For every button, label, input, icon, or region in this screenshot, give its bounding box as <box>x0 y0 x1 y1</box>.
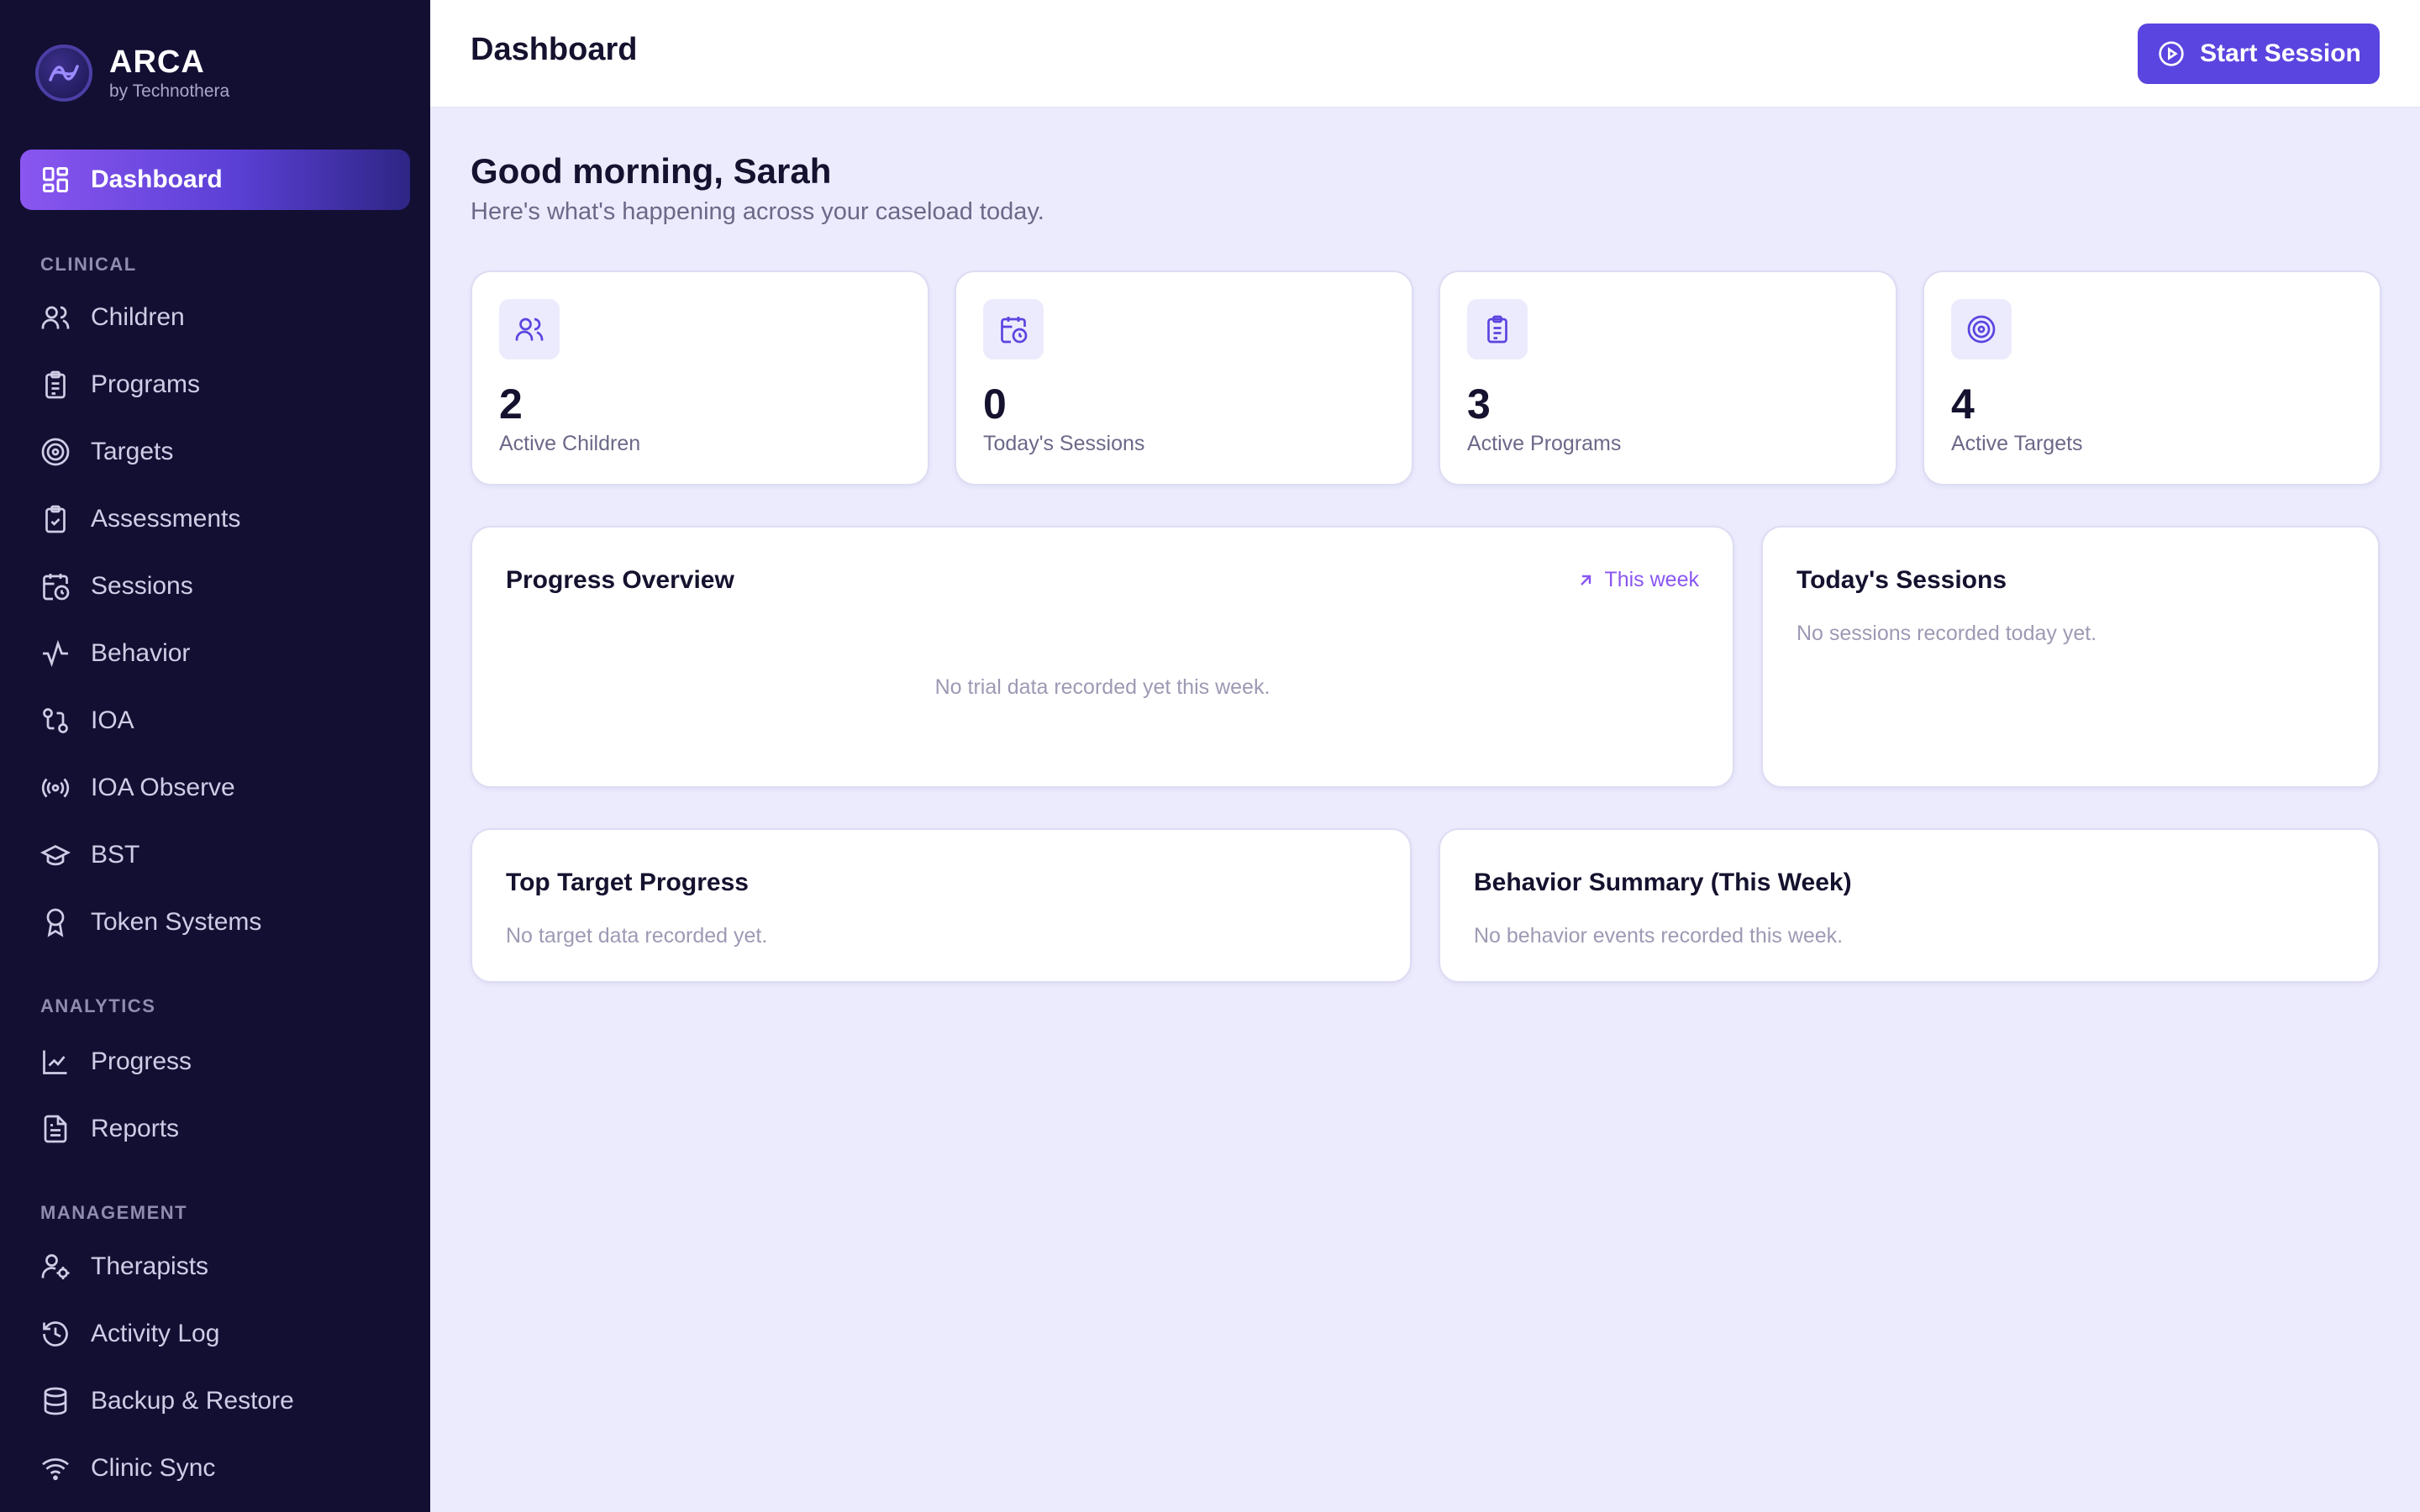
stat-value: 3 <box>1467 381 1491 428</box>
stat-value: 4 <box>1951 381 1975 428</box>
sidebar-item-assessments[interactable]: Assessments <box>40 496 240 543</box>
start-session-label: Start Session <box>2200 39 2361 67</box>
graduation-cap-icon <box>40 840 71 870</box>
sidebar-item-activity-log[interactable]: Activity Log <box>40 1310 219 1357</box>
start-session-button[interactable]: Start Session <box>2138 24 2380 84</box>
sidebar-item-label: Backup & Restore <box>91 1387 294 1415</box>
stat-value: 2 <box>499 381 523 428</box>
database-icon <box>40 1386 71 1416</box>
clipboard-list-icon <box>1467 299 1528 360</box>
users-icon <box>40 302 71 333</box>
arca-logo-icon <box>35 45 92 102</box>
radio-icon <box>40 773 71 803</box>
sidebar-item-label: Reports <box>91 1115 180 1142</box>
stat-card-active-targets[interactable]: 4 Active Targets <box>1923 270 2381 486</box>
clipboard-list-icon <box>40 370 71 400</box>
users-icon <box>499 299 560 360</box>
sidebar-item-label: BST <box>91 841 140 869</box>
sidebar-item-label: Targets <box>91 438 174 465</box>
empty-state-text: No target data recorded yet. <box>506 924 768 948</box>
top-target-progress-card: Top Target Progress No target data recor… <box>471 828 1412 983</box>
brand-name: ARCA <box>109 45 205 80</box>
card-title: Today's Sessions <box>1797 566 2007 594</box>
git-compare-icon <box>40 706 71 736</box>
stat-label: Active Children <box>499 432 641 455</box>
stat-card-todays-sessions[interactable]: 0 Today's Sessions <box>955 270 1413 486</box>
sidebar-item-targets[interactable]: Targets <box>40 428 173 475</box>
stat-card-active-children[interactable]: 2 Active Children <box>471 270 929 486</box>
progress-overview-card: Progress Overview This week No trial dat… <box>471 526 1734 788</box>
sidebar-item-progress[interactable]: Progress <box>40 1038 192 1085</box>
dashboard-grid-icon <box>40 165 71 195</box>
sidebar-item-label: Progress <box>91 1047 192 1075</box>
activity-icon <box>40 638 71 669</box>
calendar-clock-icon <box>983 299 1044 360</box>
target-icon <box>1951 299 2012 360</box>
empty-state-text: No sessions recorded today yet. <box>1797 622 2097 645</box>
stat-card-active-programs[interactable]: 3 Active Programs <box>1439 270 1897 486</box>
sidebar-item-children[interactable]: Children <box>40 294 185 341</box>
brand[interactable]: ARCA by Technothera <box>35 44 229 102</box>
brand-subtitle: by Technothera <box>109 81 230 101</box>
sidebar-item-token-systems[interactable]: Token Systems <box>40 899 261 946</box>
card-title: Behavior Summary (This Week) <box>1474 869 1852 896</box>
section-management: MANAGEMENT <box>40 1202 188 1223</box>
sidebar-item-backup-restore[interactable]: Backup & Restore <box>40 1378 294 1425</box>
greeting: Good morning, Sarah <box>471 151 832 191</box>
user-cog-icon <box>40 1252 71 1282</box>
play-circle-icon <box>2156 39 2186 69</box>
card-title: Progress Overview <box>506 566 734 594</box>
section-analytics: ANALYTICS <box>40 995 156 1016</box>
sidebar-item-label: Token Systems <box>91 908 262 936</box>
sidebar-item-label: Sessions <box>91 572 193 600</box>
target-icon <box>40 437 71 467</box>
sidebar-item-label: Clinic Sync <box>91 1454 216 1482</box>
sidebar-item-label: IOA <box>91 706 134 734</box>
history-icon <box>40 1319 71 1349</box>
line-chart-icon <box>40 1047 71 1077</box>
wifi-icon <box>40 1453 71 1483</box>
sidebar-item-dashboard[interactable]: Dashboard <box>20 150 410 210</box>
sidebar-item-label: Therapists <box>91 1252 209 1280</box>
arrow-up-right-icon <box>1581 575 1591 585</box>
sidebar-item-sessions[interactable]: Sessions <box>40 563 193 610</box>
sidebar-item-clinic-sync[interactable]: Clinic Sync <box>40 1445 215 1492</box>
top-header: Dashboard Start Session <box>430 0 2420 108</box>
sidebar-item-label: Behavior <box>91 639 191 667</box>
file-text-icon <box>40 1114 71 1144</box>
sidebar-item-reports[interactable]: Reports <box>40 1105 179 1152</box>
clipboard-check-icon <box>40 504 71 534</box>
stat-label: Active Programs <box>1467 432 1622 455</box>
sidebar-item-therapists[interactable]: Therapists <box>40 1243 208 1290</box>
sidebar-item-label: Assessments <box>91 505 241 533</box>
sidebar-item-label: Activity Log <box>91 1320 220 1347</box>
sidebar-item-label: Dashboard <box>91 165 223 193</box>
sidebar-item-ioa-observe[interactable]: IOA Observe <box>40 764 235 811</box>
card-title: Top Target Progress <box>506 869 749 896</box>
sidebar-item-bst[interactable]: BST <box>40 832 139 879</box>
empty-state-text: No behavior events recorded this week. <box>1474 924 1844 948</box>
sidebar-item-programs[interactable]: Programs <box>40 361 200 408</box>
sidebar-item-label: IOA Observe <box>91 774 235 801</box>
empty-state-text: No trial data recorded yet this week. <box>934 675 1270 699</box>
stat-value: 0 <box>983 381 1007 428</box>
behavior-summary-card: Behavior Summary (This Week) No behavior… <box>1439 828 2380 983</box>
sidebar: ARCA by Technothera Dashboard CLINICAL C… <box>0 0 430 1512</box>
calendar-clock-icon <box>40 571 71 601</box>
this-week-link[interactable]: This week <box>1576 568 1699 592</box>
stat-label: Active Targets <box>1951 432 2083 455</box>
award-icon <box>40 907 71 937</box>
sidebar-item-label: Children <box>91 303 185 331</box>
greeting-subtitle: Here's what's happening across your case… <box>471 198 1044 225</box>
sidebar-item-ioa[interactable]: IOA <box>40 697 134 744</box>
page-title: Dashboard <box>471 32 638 67</box>
section-clinical: CLINICAL <box>40 254 137 275</box>
stat-label: Today's Sessions <box>983 432 1145 455</box>
todays-sessions-card: Today's Sessions No sessions recorded to… <box>1761 526 2380 788</box>
sidebar-item-behavior[interactable]: Behavior <box>40 630 190 677</box>
this-week-label: This week <box>1604 568 1699 591</box>
sidebar-item-label: Programs <box>91 370 201 398</box>
